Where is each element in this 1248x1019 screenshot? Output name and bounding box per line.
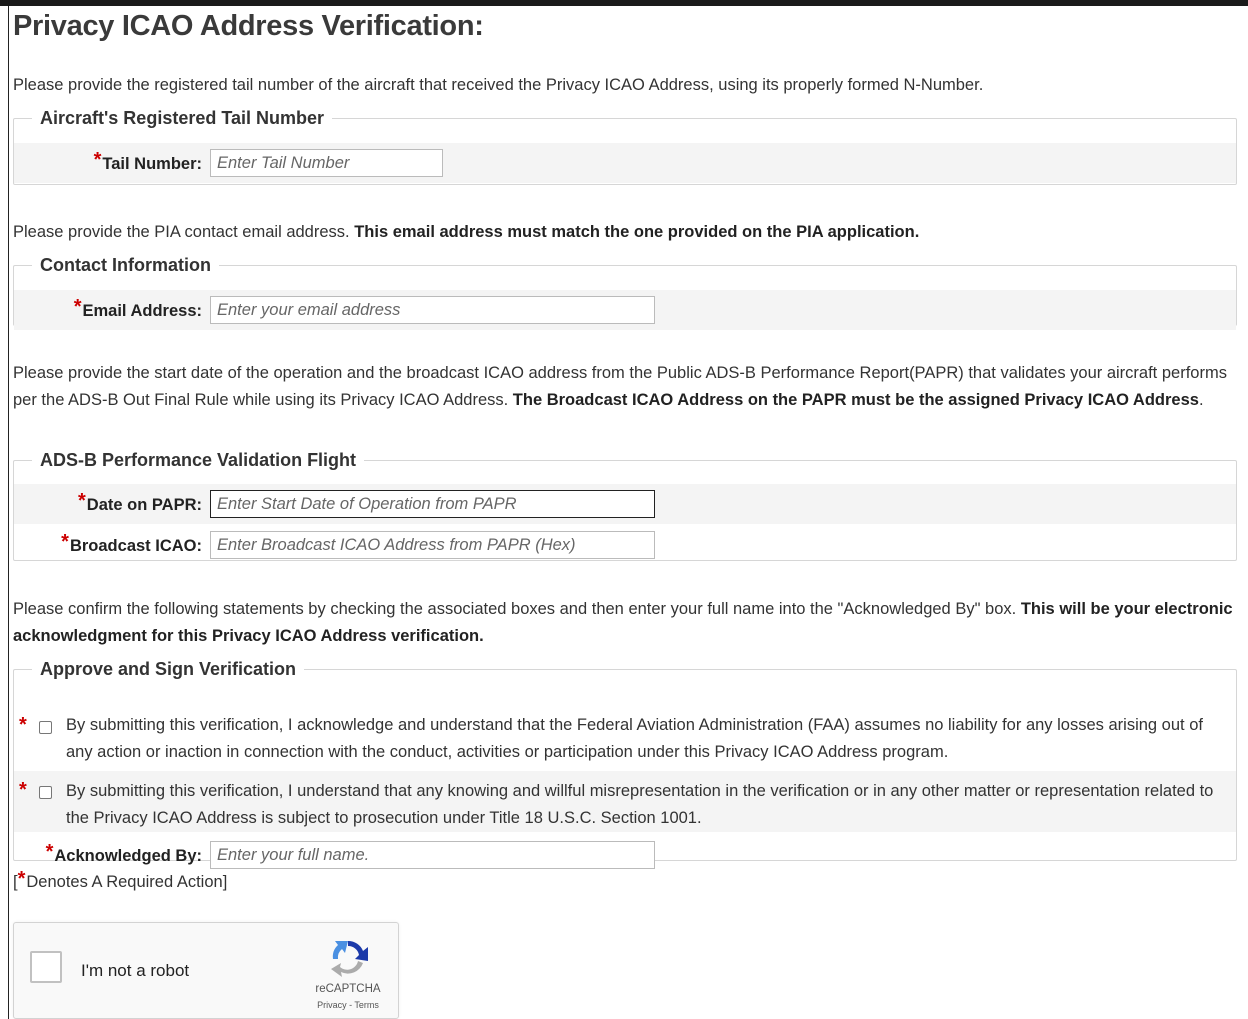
tail-intro: Please provide the registered tail numbe… [13, 76, 984, 94]
contact-fieldset: Contact Information *Email Address: [13, 255, 1237, 330]
tail-fieldset: Aircraft's Registered Tail Number *Tail … [13, 108, 1237, 185]
top-bar [0, 0, 1248, 6]
adsb-fieldset: ADS-B Performance Validation Flight *Dat… [13, 450, 1237, 561]
required-star: * [17, 868, 26, 890]
email-row: *Email Address: [14, 290, 1236, 330]
statement-1-checkbox[interactable] [39, 721, 52, 734]
approve-intro: Please confirm the following statements … [13, 600, 1233, 645]
contact-legend: Contact Information [40, 255, 211, 275]
acknowledged-row: *Acknowledged By: [14, 835, 1236, 875]
email-input[interactable] [210, 296, 655, 324]
papr-date-label: *Date on PAPR: [78, 489, 202, 514]
adsb-intro: Please provide the start date of the ope… [13, 364, 1227, 409]
email-label: *Email Address: [73, 295, 202, 320]
required-star: * [19, 779, 27, 801]
statement-2-checkbox[interactable] [39, 786, 52, 799]
required-star: * [78, 489, 86, 512]
broadcast-icao-label: *Broadcast ICAO: [61, 530, 202, 555]
acknowledged-label: *Acknowledged By: [45, 840, 202, 865]
tail-label: *Tail Number: [93, 148, 202, 173]
tail-number-input[interactable] [210, 149, 443, 177]
recaptcha-logo-icon [331, 940, 368, 977]
statement-2-text: By submitting this verification, I under… [66, 782, 1214, 827]
acknowledged-by-input[interactable] [210, 841, 655, 869]
broadcast-icao-row: *Broadcast ICAO: [14, 524, 1236, 566]
contact-intro: Please provide the PIA contact email add… [13, 223, 920, 241]
tail-legend: Aircraft's Registered Tail Number [40, 108, 325, 128]
papr-date-input[interactable] [210, 490, 655, 518]
adsb-legend: ADS-B Performance Validation Flight [40, 450, 357, 470]
recaptcha-links[interactable]: Privacy - Terms [304, 1000, 392, 1010]
required-star: * [19, 714, 27, 736]
recaptcha-widget: I'm not a robot reCAPTCHA Privacy - Term… [13, 922, 399, 1019]
recaptcha-label: I'm not a robot [81, 961, 190, 980]
papr-date-row: *Date on PAPR: [14, 484, 1236, 524]
required-star: * [73, 295, 82, 318]
recaptcha-checkbox[interactable] [30, 951, 62, 983]
required-star: * [61, 530, 69, 553]
required-note: [*Denotes A Required Action] [13, 868, 228, 891]
broadcast-icao-input[interactable] [210, 531, 655, 559]
approve-fieldset: Approve and Sign Verification * By submi… [13, 659, 1237, 869]
recaptcha-brand: reCAPTCHA [315, 983, 381, 995]
required-star: * [93, 148, 102, 171]
tail-row: *Tail Number: [14, 143, 1236, 183]
statement-1-row: * By submitting this verification, I ack… [14, 712, 1236, 768]
approve-legend: Approve and Sign Verification [40, 659, 297, 679]
left-border [8, 6, 9, 1019]
statement-1-text: By submitting this verification, I ackno… [66, 716, 1203, 761]
required-star: * [45, 840, 54, 863]
statement-2-row: * By submitting this verification, I und… [14, 771, 1236, 832]
page-title: Privacy ICAO Address Verification: [13, 10, 484, 42]
